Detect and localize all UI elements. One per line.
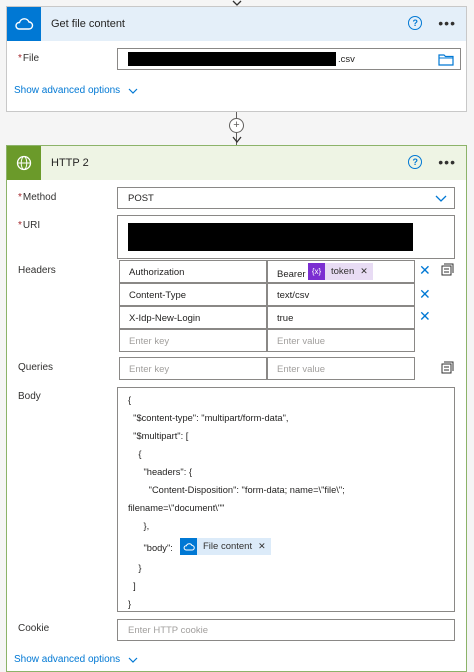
card-title: Get file content [51,18,125,30]
body-line-8: }, [128,521,150,531]
uri-field[interactable] [117,215,455,259]
method-select[interactable]: POST [117,187,455,209]
remove-file-content-icon[interactable]: ✕ [258,541,271,552]
onedrive-cloud-icon [180,538,197,555]
body-label: Body [18,391,41,402]
headers-label: Headers [18,265,56,276]
file-content-chip[interactable]: File content ✕ [180,538,271,555]
onedrive-logo [7,7,41,41]
get-file-content-header[interactable]: Get file content ? ••• [7,7,466,41]
globe-icon [16,155,32,171]
method-label: *Method [18,192,57,203]
body-line-10: } [128,563,142,573]
chevron-down-icon [435,195,447,202]
body-line-12: } [128,599,132,609]
more-options-icon[interactable]: ••• [438,16,456,30]
body-line-4: { [128,449,142,459]
uri-label: *URI [18,220,41,231]
cookie-input[interactable]: Enter HTTP cookie [117,619,455,641]
redacted-uri [128,223,413,251]
token-label: token [331,266,355,277]
query-value-input[interactable]: Enter value [267,357,415,380]
header-value-1[interactable]: Bearer {x} token ✕ [267,260,415,283]
query-key-input[interactable]: Enter key [119,357,267,380]
http-2-header[interactable]: HTTP 2 ? ••• [7,146,466,180]
body-line-6: "Content-Disposition": "form-data; name=… [128,485,345,495]
file-field[interactable]: .csv [117,48,461,70]
header-key-new[interactable]: Enter key [119,329,267,352]
delete-header-3-icon[interactable]: ✕ [419,309,431,323]
token-chip[interactable]: {x} token ✕ [308,263,373,280]
add-step-icon[interactable]: + [229,118,244,133]
body-editor[interactable]: { "$content-type": "multipart/form-data"… [117,387,455,612]
remove-token-icon[interactable]: ✕ [360,266,373,277]
variable-icon: {x} [308,263,325,280]
file-label: *File [18,53,40,64]
http-2-card: HTTP 2 ? ••• *Method POST *URI Headers A… [6,145,467,672]
body-line-1: { [128,395,132,405]
more-options-icon[interactable]: ••• [438,155,456,169]
card-title: HTTP 2 [51,157,89,169]
chevron-down-icon [128,88,138,94]
header-key-1[interactable]: Authorization [119,260,267,283]
file-content-label: File content [203,541,253,552]
cloud-icon [15,18,34,30]
header-value-2[interactable]: text/csv [267,283,415,306]
header-key-2[interactable]: Content-Type [119,283,267,306]
method-value: POST [128,193,154,204]
redacted-file-path [128,52,336,66]
body-line-5: "headers": { [128,467,192,477]
body-line-11: ] [128,581,136,591]
help-icon[interactable]: ? [408,16,423,30]
folder-icon[interactable] [438,53,454,66]
body-line-2: "$content-type": "multipart/form-data", [128,413,289,423]
connector-arrow-icon [232,136,242,144]
body-line-9: "body": [128,543,173,553]
headers-table: Authorization Bearer {x} token ✕ Content… [117,260,417,354]
switch-to-text-mode-icon[interactable] [441,361,454,374]
switch-to-text-mode-icon[interactable] [441,263,454,276]
chevron-down-icon [128,657,138,663]
help-icon[interactable]: ? [408,155,423,169]
cookie-label: Cookie [18,623,50,634]
show-advanced-label: Show advanced options [14,654,121,665]
header-key-3[interactable]: X-Idp-New-Login [119,306,267,329]
body-line-7: filename=\"document\"" [128,503,225,513]
header-value-new[interactable]: Enter value [267,329,415,352]
get-file-content-card: Get file content ? ••• *File .csv Show a… [6,6,467,112]
delete-header-1-icon[interactable]: ✕ [419,263,431,277]
show-advanced-label: Show advanced options [14,85,121,96]
header-value-3[interactable]: true [267,306,415,329]
queries-label: Queries [18,362,54,373]
show-advanced-options-link-2[interactable]: Show advanced options [14,654,138,665]
show-advanced-options-link-1[interactable]: Show advanced options [14,85,138,96]
delete-header-2-icon[interactable]: ✕ [419,287,431,301]
body-line-3: "$multipart": [ [128,431,189,441]
file-suffix: .csv [338,54,355,65]
http-logo [7,146,41,180]
